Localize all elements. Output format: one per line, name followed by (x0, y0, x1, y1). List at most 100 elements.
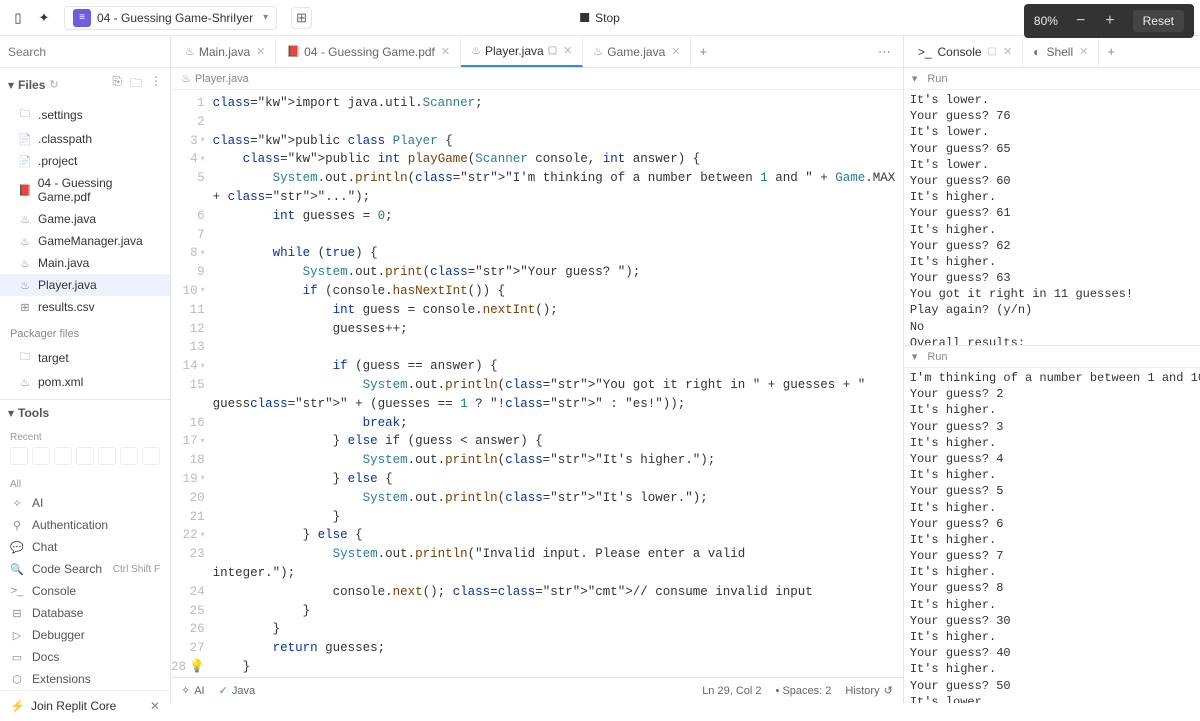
code-line[interactable]: if (guess == answer) { (213, 357, 903, 376)
code-line[interactable]: System.out.println(class="str">"I'm thin… (213, 169, 903, 188)
console-output[interactable]: It's lower. Your guess? 76 It's lower. Y… (904, 90, 1200, 345)
code-line[interactable]: int guess = console.nextInt(); (213, 301, 903, 320)
code-line[interactable]: } (213, 620, 903, 639)
code-line[interactable]: System.out.println(class="str">"It's hig… (213, 451, 903, 470)
tool-item-authentication[interactable]: ⚲Authentication (0, 514, 170, 536)
code-line[interactable]: + class="str">"..."); (213, 188, 903, 207)
tool-item-chat[interactable]: 💬Chat (0, 536, 170, 558)
fold-icon[interactable]: ▾ (201, 361, 205, 373)
zoom-in-button[interactable]: + (1103, 12, 1116, 30)
ai-sparkle-icon[interactable]: ✦ (34, 8, 54, 28)
close-icon[interactable]: ✕ (1003, 45, 1012, 58)
code-line[interactable]: class="kw">public class Player { (213, 132, 903, 151)
file-item[interactable]: ♨Player.java (0, 274, 170, 296)
close-icon[interactable]: ✕ (256, 45, 265, 58)
file-item[interactable]: ♨Game.java (0, 208, 170, 230)
lightbulb-icon[interactable]: 💡 (189, 658, 205, 677)
fold-icon[interactable]: ▾ (201, 135, 205, 147)
close-icon[interactable]: ✕ (150, 699, 160, 713)
file-item[interactable]: 🗀target (0, 344, 170, 371)
tool-item-console[interactable]: >_Console (0, 580, 170, 602)
console-output[interactable]: I'm thinking of a number between 1 and 1… (904, 368, 1200, 703)
fold-icon[interactable]: ▾ (201, 530, 205, 542)
editor-tab[interactable]: 📕04 - Guessing Game.pdf✕ (276, 36, 461, 67)
code-line[interactable]: guesses++; (213, 320, 903, 339)
fold-icon[interactable]: ▾ (201, 436, 205, 448)
code-line[interactable]: console.next(); class=class="str">"cmt">… (213, 583, 903, 602)
close-icon[interactable]: ✕ (563, 44, 572, 57)
join-label[interactable]: Join Replit Core (31, 699, 116, 713)
stop-button[interactable]: Stop (580, 11, 620, 25)
search-input[interactable] (8, 45, 162, 59)
close-icon[interactable]: ✕ (1079, 45, 1088, 58)
editor-tab[interactable]: ♨Game.java✕ (583, 36, 691, 67)
zoom-out-button[interactable]: − (1074, 12, 1087, 30)
code-line[interactable]: } else if (guess < answer) { (213, 432, 903, 451)
code-line[interactable] (213, 113, 903, 132)
new-tab-button[interactable]: + (691, 44, 715, 59)
code-line[interactable]: if (console.hasNextInt()) { (213, 282, 903, 301)
status-cursor-pos[interactable]: Ln 29, Col 2 (702, 685, 761, 697)
code-line[interactable]: } else { (213, 470, 903, 489)
new-folder-icon[interactable]: 🗀 (130, 74, 142, 95)
fold-icon[interactable]: ▾ (201, 248, 205, 260)
tab-shell[interactable]: ◐ Shell ✕ (1023, 36, 1099, 67)
code-line[interactable]: integer."); (213, 564, 903, 583)
code-line[interactable]: break; (213, 414, 903, 433)
fold-icon[interactable]: ▾ (201, 285, 205, 297)
maximize-icon[interactable]: ▢ (548, 45, 557, 56)
recent-tool-slot[interactable] (142, 447, 160, 465)
code-line[interactable]: System.out.println("Invalid input. Pleas… (213, 545, 903, 564)
new-tab-button[interactable]: + (1099, 44, 1123, 59)
fold-icon[interactable]: ▾ (201, 154, 205, 166)
file-item[interactable]: 🗀.settings (0, 101, 170, 128)
editor-tab[interactable]: ♨Player.java▢✕ (461, 36, 583, 67)
code-line[interactable]: guessclass="str">" + (guesses == 1 ? "!c… (213, 395, 903, 414)
recent-tool-slot[interactable] (54, 447, 72, 465)
new-window-icon[interactable]: ⊞ (291, 7, 312, 29)
file-item[interactable]: ♨Main.java (0, 252, 170, 274)
tool-item-docs[interactable]: ▭Docs (0, 646, 170, 668)
file-item[interactable]: 📕04 - Guessing Game.pdf (0, 172, 170, 208)
code-line[interactable]: class="kw">public int playGame(Scanner c… (213, 150, 903, 169)
file-item[interactable]: 📄.project (0, 150, 170, 172)
code-line[interactable]: int guesses = 0; (213, 207, 903, 226)
file-item[interactable]: ⊞results.csv (0, 296, 170, 318)
tab-overflow-menu[interactable]: ⋯ (870, 44, 899, 60)
fold-icon[interactable]: ▾ (201, 473, 205, 485)
code-line[interactable] (213, 226, 903, 245)
close-icon[interactable]: ✕ (671, 45, 680, 58)
recent-tool-slot[interactable] (76, 447, 94, 465)
tab-console[interactable]: >_ Console ▢ ✕ (908, 36, 1023, 67)
code-line[interactable]: System.out.println(class="str">"You got … (213, 376, 903, 395)
code-line[interactable]: System.out.print(class="str">"Your guess… (213, 263, 903, 282)
status-spaces[interactable]: • Spaces: 2 (776, 685, 832, 697)
recent-tool-slot[interactable] (98, 447, 116, 465)
recent-tool-slot[interactable] (32, 447, 50, 465)
code-line[interactable]: System.out.println(class="str">"It's low… (213, 489, 903, 508)
files-section-header[interactable]: ▾ Files ↻ ⎘ 🗀 ⋮ (0, 68, 170, 101)
code-line[interactable]: } (213, 508, 903, 527)
recent-tool-slot[interactable] (10, 447, 28, 465)
status-history[interactable]: History ↺ (845, 684, 892, 697)
recent-tool-slot[interactable] (120, 447, 138, 465)
close-icon[interactable]: ✕ (441, 45, 450, 58)
code-line[interactable]: return guesses; (213, 639, 903, 658)
kebab-menu-icon[interactable]: ⋮ (150, 74, 162, 95)
code-line[interactable] (213, 338, 903, 357)
code-line[interactable]: } (213, 658, 903, 677)
tool-item-debugger[interactable]: ▷Debugger (0, 624, 170, 646)
tools-section-header[interactable]: ▾ Tools (0, 399, 170, 426)
search-box[interactable] (0, 36, 170, 68)
project-dropdown[interactable]: ≡ 04 - Guessing Game-ShriIyer ▾ (64, 6, 277, 30)
tool-item-ai[interactable]: ✧AI (0, 492, 170, 514)
run-header[interactable]: ▾ Run (904, 68, 1200, 90)
status-lang[interactable]: ✓Java (219, 684, 255, 697)
code-editor[interactable]: 123 ▾4 ▾5 678 ▾910 ▾11121314 ▾15 1617 ▾1… (171, 90, 903, 677)
code-line[interactable]: } else { (213, 526, 903, 545)
zoom-reset-button[interactable]: Reset (1133, 10, 1184, 32)
editor-tab[interactable]: ♨Main.java✕ (175, 36, 276, 67)
code-line[interactable]: class="kw">import java.util.Scanner; (213, 94, 903, 113)
tool-item-extensions[interactable]: ⬡Extensions (0, 668, 170, 690)
file-item[interactable]: 📄.classpath (0, 128, 170, 150)
